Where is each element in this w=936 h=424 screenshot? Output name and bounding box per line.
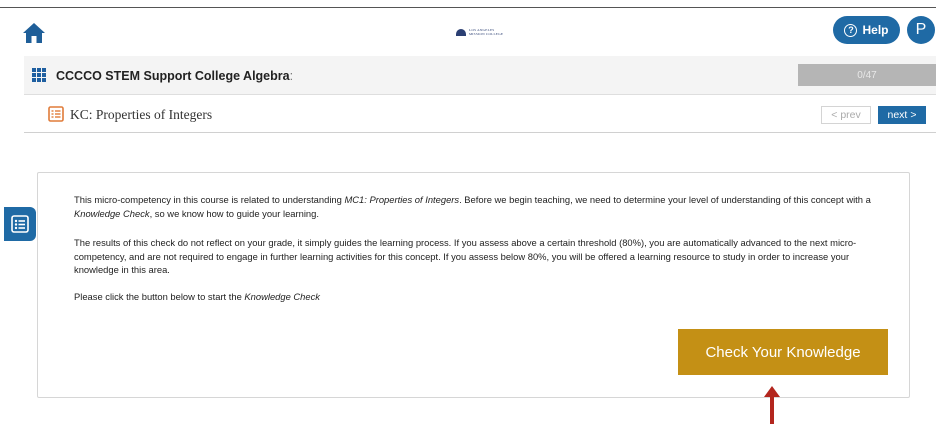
logo-mark-icon xyxy=(456,28,466,36)
help-button[interactable]: ? Help xyxy=(833,16,900,44)
course-title-text: CCCCO STEM Support College Algebra xyxy=(56,69,290,83)
course-bar: CCCCO STEM Support College Algebra: 0/47 xyxy=(24,56,936,95)
logo-line-2: MISSION COLLEGE xyxy=(469,32,504,36)
competency-name: MC1: Properties of Integers xyxy=(344,194,460,205)
chevron-left-icon: < xyxy=(831,109,838,121)
help-button-label: Help xyxy=(862,23,889,37)
next-button[interactable]: next > xyxy=(878,106,926,124)
course-title-suffix: : xyxy=(289,69,294,83)
check-your-knowledge-button[interactable]: Check Your Knowledge xyxy=(678,329,888,375)
course-progress-indicator: 0/47 xyxy=(798,64,936,86)
question-circle-icon: ? xyxy=(844,23,858,37)
list-menu-icon xyxy=(11,215,29,233)
intro-paragraph-1: This micro-competency in this course is … xyxy=(74,194,871,219)
knowledge-check-intro-card: This micro-competency in this course is … xyxy=(37,172,910,398)
apps-grid-icon[interactable] xyxy=(32,68,46,82)
prev-button-label: prev xyxy=(840,109,861,121)
intro-paragraph-2: The results of this check do not reflect… xyxy=(74,237,857,275)
college-logo: LOS ANGELES MISSION COLLEGE xyxy=(456,23,506,41)
user-avatar[interactable]: P xyxy=(907,16,935,44)
prev-button[interactable]: < prev xyxy=(821,106,871,124)
course-title: CCCCO STEM Support College Algebra: xyxy=(56,69,293,83)
checklist-icon xyxy=(48,106,64,122)
annotation-arrow-icon xyxy=(764,386,780,424)
top-navigation-bar: LOS ANGELES MISSION COLLEGE ? Help P xyxy=(0,8,936,56)
intro-paragraph-3: Please click the button below to start t… xyxy=(74,291,320,302)
chevron-right-icon: > xyxy=(910,109,917,121)
home-icon[interactable] xyxy=(22,22,46,44)
side-menu-tab[interactable] xyxy=(4,207,36,241)
next-button-label: next xyxy=(887,109,908,121)
lesson-title: KC: Properties of Integers xyxy=(70,107,213,122)
lesson-header-bar: KC: Properties of Integers < prev next > xyxy=(24,95,936,133)
